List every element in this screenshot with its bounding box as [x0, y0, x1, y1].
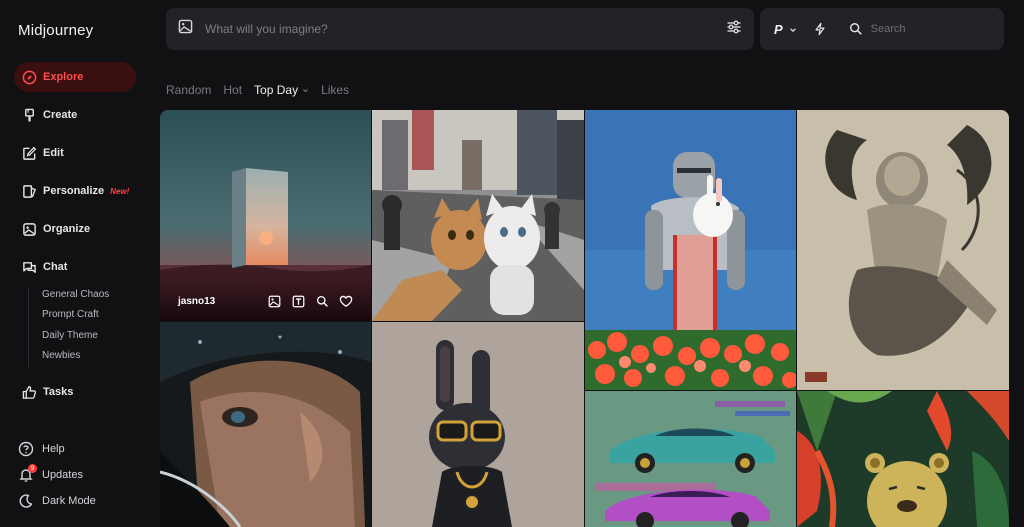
jungle-bear-image [797, 391, 1009, 527]
gallery-tile-knight[interactable] [585, 110, 796, 390]
profile-mode-button[interactable]: P [774, 22, 797, 37]
gallery-tile-monolith[interactable]: jasno13 [160, 110, 371, 321]
knight-rabbit-image [585, 110, 796, 390]
sidebar-item-label: Create [43, 109, 78, 121]
gallery-tile-cats[interactable] [372, 110, 584, 321]
gallery-tile-astronaut[interactable] [160, 322, 371, 527]
sidebar-item-label: Tasks [43, 386, 74, 398]
chevron-down-icon [302, 87, 309, 94]
tab-likes[interactable]: Likes [321, 83, 349, 97]
explore-tabs: Random Hot Top Day Likes [166, 83, 361, 97]
settings-sliders-icon[interactable] [726, 19, 742, 40]
gallery-tile-rabbit[interactable] [372, 322, 584, 527]
chat-room-newbies[interactable]: Newbies [42, 350, 80, 361]
gallery-tile-bear[interactable] [797, 391, 1009, 527]
astronaut-face-image [160, 322, 371, 527]
chat-icon [21, 259, 37, 275]
help-link[interactable]: Help [18, 441, 65, 457]
help-icon [18, 441, 34, 457]
sidebar-item-personalize[interactable]: Personalize New! [14, 176, 136, 206]
tab-top-day-label: Top Day [254, 83, 299, 97]
profile-search-bar: P [760, 8, 1004, 50]
search-icon[interactable] [315, 294, 329, 308]
sports-cars-image [585, 391, 796, 527]
heart-icon[interactable] [339, 294, 353, 308]
cats-selfie-image [372, 110, 584, 321]
moon-icon [18, 493, 34, 509]
gallery-tile-cherub[interactable] [797, 110, 1009, 390]
tab-random[interactable]: Random [166, 83, 211, 97]
sidebar-item-create[interactable]: Create [14, 100, 136, 130]
updates-count-badge: 9 [28, 464, 37, 473]
sidebar-item-tasks[interactable]: Tasks [14, 377, 136, 407]
brand-logo[interactable]: Midjourney [18, 22, 93, 39]
text-prompt-icon[interactable] [291, 294, 305, 308]
sidebar-item-label: Personalize [43, 185, 105, 197]
dark-mode-toggle[interactable]: Dark Mode [18, 493, 96, 509]
sidebar-item-label: Edit [43, 147, 64, 159]
tile-hover-overlay: jasno13 [160, 281, 371, 321]
image-upload-icon[interactable] [178, 19, 193, 39]
search-input[interactable] [870, 23, 971, 35]
sidebar-item-label: Explore [43, 71, 84, 83]
updates-label: Updates [42, 469, 83, 481]
sidebar-item-label: Organize [43, 223, 91, 235]
personalize-icon [21, 183, 37, 199]
cherub-engraving-image [797, 110, 1009, 390]
updates-link[interactable]: 9 Updates [18, 464, 83, 483]
image-gallery: jasno13 [160, 110, 1009, 527]
image-icon [21, 221, 37, 237]
bell-icon: 9 [18, 464, 37, 483]
thumbs-up-icon [21, 384, 37, 400]
chevron-down-icon [789, 22, 797, 37]
imagine-bar [166, 8, 754, 50]
imagine-prompt-input[interactable] [205, 22, 726, 36]
edit-icon [21, 145, 37, 161]
search-icon [849, 22, 863, 36]
gallery-tile-cars[interactable] [585, 391, 796, 527]
profile-mode-label: P [774, 21, 783, 37]
brush-icon [21, 107, 37, 123]
search-box [849, 22, 971, 36]
chat-room-prompt-craft[interactable]: Prompt Craft [42, 309, 99, 320]
help-label: Help [42, 443, 65, 455]
author-name[interactable]: jasno13 [178, 296, 257, 307]
sidebar: Midjourney Explore Create Edit Personali… [0, 0, 150, 527]
dark-mode-label: Dark Mode [42, 495, 96, 507]
sidebar-item-edit[interactable]: Edit [14, 138, 136, 168]
tab-top-day[interactable]: Top Day [254, 83, 309, 97]
chat-rooms-divider [28, 287, 29, 367]
new-badge: New! [110, 186, 130, 196]
tab-hot[interactable]: Hot [223, 83, 242, 97]
sidebar-item-explore[interactable]: Explore [14, 62, 136, 92]
chat-room-general-chaos[interactable]: General Chaos [42, 289, 109, 300]
sidebar-item-label: Chat [43, 261, 68, 273]
lightning-icon[interactable] [813, 22, 827, 36]
sidebar-item-chat[interactable]: Chat [14, 252, 136, 282]
sidebar-item-organize[interactable]: Organize [14, 214, 136, 244]
compass-icon [21, 69, 37, 85]
image-prompt-icon[interactable] [267, 294, 281, 308]
rabbit-sunglasses-image [372, 322, 584, 527]
chat-room-daily-theme[interactable]: Daily Theme [42, 330, 98, 341]
